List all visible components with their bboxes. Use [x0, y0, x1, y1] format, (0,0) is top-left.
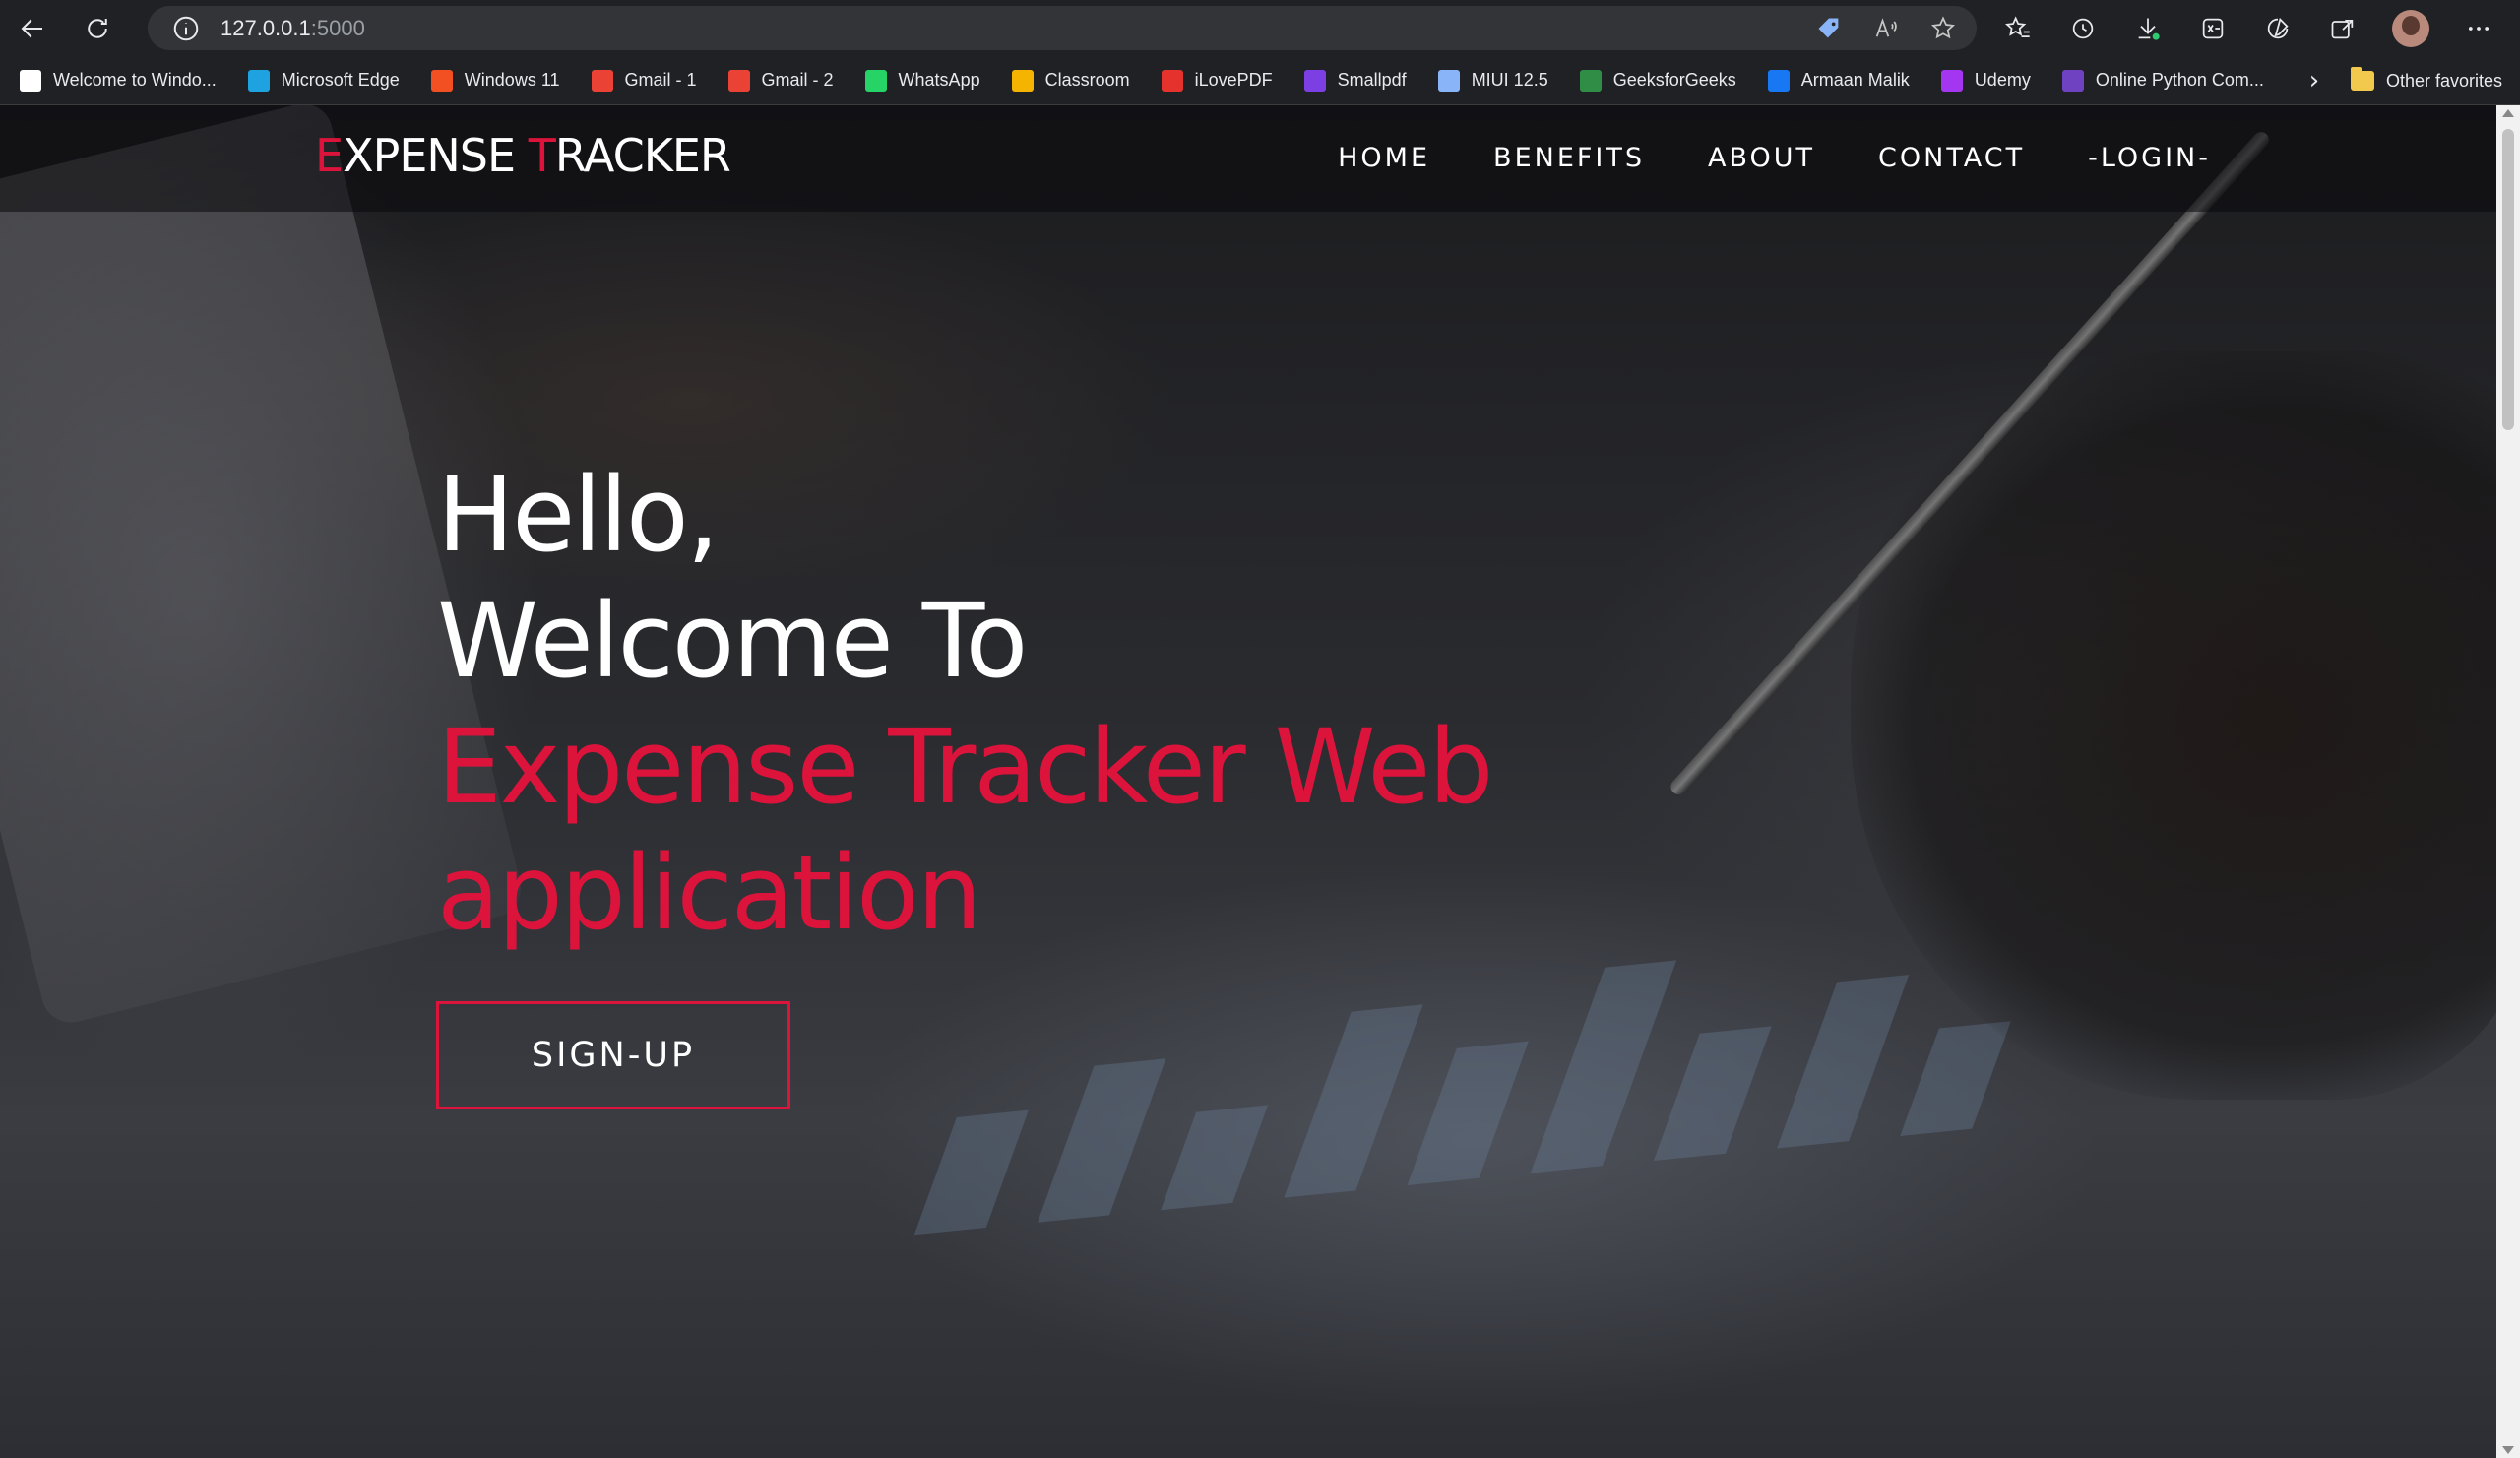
hero-app-name: Expense Tracker Web	[437, 707, 1493, 827]
bookmark-item[interactable]: Welcome to Windo...	[0, 61, 228, 100]
bookmark-label: Armaan Malik	[1800, 70, 1910, 90]
logo-word-expense: XPENSE	[343, 129, 529, 182]
window-icon	[20, 69, 41, 92]
geeksforgeeks-icon	[1579, 69, 1602, 92]
profile-avatar[interactable]	[2392, 9, 2429, 47]
folder-icon	[2351, 67, 2374, 91]
hero-app-suffix: application	[437, 833, 982, 953]
edge-icon	[247, 69, 270, 92]
scroll-down-arrow-icon[interactable]	[2502, 1446, 2514, 1454]
signup-button[interactable]: SIGN-UP	[436, 1001, 790, 1109]
other-favorites-label: Other favorites	[2386, 70, 2503, 91]
bookmark-label: WhatsApp	[898, 70, 980, 90]
bookmark-item[interactable]: MIUI 12.5	[1418, 61, 1560, 100]
url-text[interactable]: 127.0.0.1:5000	[220, 16, 365, 41]
reload-icon	[88, 18, 107, 38]
whatsapp-icon	[864, 69, 887, 92]
bookmark-item[interactable]: iLovePDF	[1142, 61, 1285, 100]
udemy-icon	[1940, 69, 1963, 92]
logo-initial-t: T	[528, 129, 556, 182]
logo-initial-e: E	[315, 129, 344, 182]
nav-contact-link[interactable]: CONTACT	[1878, 143, 2025, 173]
url-host: 127.0.0.1	[220, 15, 311, 40]
bookmark-label: Windows 11	[464, 70, 560, 90]
nav-home-link[interactable]: HOME	[1338, 143, 1430, 173]
miui-icon	[1437, 69, 1460, 92]
bookmark-label: Online Python Com...	[2095, 70, 2264, 90]
bookmark-item[interactable]: Microsoft Edge	[228, 61, 411, 100]
bookmark-label: Udemy	[1974, 70, 2031, 90]
bookmark-label: MIUI 12.5	[1471, 70, 1548, 90]
page-viewport: EXPENSE TRACKER HOME BENEFITS ABOUT CONT…	[0, 105, 2496, 1458]
facebook-icon	[1767, 69, 1790, 92]
share-icon[interactable]	[2327, 13, 2359, 44]
back-button[interactable]	[0, 0, 65, 56]
site-logo[interactable]: EXPENSE TRACKER	[315, 129, 731, 182]
bookmark-label: Gmail - 1	[624, 70, 697, 90]
hero-greeting: Hello,	[437, 455, 720, 575]
scrollbar-thumb[interactable]	[2502, 129, 2514, 430]
add-favorite-icon[interactable]	[1927, 13, 1959, 44]
url-port: :5000	[310, 15, 365, 40]
shopping-tag-icon[interactable]	[1813, 13, 1845, 44]
bookmarks-bar: Welcome to Windo... Microsoft Edge Windows…	[0, 56, 2520, 105]
bookmark-label: GeeksforGeeks	[1612, 70, 1736, 90]
bookmark-item[interactable]: Armaan Malik	[1748, 61, 1922, 100]
python-icon	[2061, 69, 2084, 92]
math-solver-icon[interactable]	[2197, 13, 2229, 44]
hero-heading: Hello, Welcome To Expense Tracker Web ap…	[437, 452, 1493, 956]
history-icon[interactable]	[2067, 13, 2099, 44]
back-arrow-icon	[21, 19, 42, 37]
gmail-icon	[591, 69, 613, 92]
bookmark-item[interactable]: Gmail - 1	[572, 61, 709, 100]
bookmark-item[interactable]: Classroom	[992, 61, 1142, 100]
more-options-icon[interactable]	[2463, 13, 2494, 44]
read-aloud-icon[interactable]	[1870, 13, 1902, 44]
bookmarks-overflow-chevron-icon[interactable]: ›	[2300, 56, 2329, 105]
address-bar[interactable]: 127.0.0.1:5000	[148, 6, 1977, 50]
browser-toolbar: 127.0.0.1:5000	[0, 0, 2520, 56]
bookmark-label: Classroom	[1044, 70, 1130, 90]
scroll-up-arrow-icon[interactable]	[2502, 109, 2514, 117]
bookmark-label: Gmail - 2	[761, 70, 834, 90]
bookmark-label: Welcome to Windo...	[53, 70, 217, 90]
gmail-icon	[727, 69, 750, 92]
extensions-icon[interactable]	[2262, 13, 2294, 44]
other-favorites[interactable]: Other favorites	[2351, 56, 2502, 105]
windows-icon	[430, 69, 453, 92]
bookmark-item[interactable]: Gmail - 2	[709, 61, 846, 100]
bookmark-label: Microsoft Edge	[281, 70, 400, 90]
nav-login-link[interactable]: -LOGIN-	[2088, 143, 2211, 173]
nav-about-link[interactable]: ABOUT	[1708, 143, 1815, 173]
downloads-icon[interactable]	[2132, 13, 2164, 44]
reload-button[interactable]	[65, 0, 130, 56]
logo-word-tracker: RACKER	[554, 129, 731, 182]
ilovepdf-icon	[1161, 69, 1183, 92]
bookmark-item[interactable]: WhatsApp	[846, 61, 992, 100]
bookmark-label: iLovePDF	[1194, 70, 1273, 90]
page-scrollbar[interactable]	[2496, 105, 2520, 1458]
favorites-icon[interactable]	[2002, 13, 2034, 44]
site-header: EXPENSE TRACKER HOME BENEFITS ABOUT CONT…	[0, 105, 2496, 212]
bookmark-label: Smallpdf	[1337, 70, 1407, 90]
bookmark-item[interactable]: Udemy	[1922, 61, 2043, 100]
hero-welcome: Welcome To	[437, 581, 1028, 701]
bookmark-item[interactable]: Smallpdf	[1285, 61, 1418, 100]
bookmark-item[interactable]: GeeksforGeeks	[1560, 61, 1748, 100]
classroom-icon	[1011, 69, 1034, 92]
info-icon[interactable]	[171, 14, 201, 43]
bookmark-item[interactable]: Online Python Com...	[2043, 61, 2276, 100]
smallpdf-icon	[1303, 69, 1326, 92]
main-nav: HOME BENEFITS ABOUT CONTACT -LOGIN-	[1275, 143, 2211, 173]
bookmark-item[interactable]: Windows 11	[411, 61, 572, 100]
nav-benefits-link[interactable]: BENEFITS	[1493, 143, 1645, 173]
